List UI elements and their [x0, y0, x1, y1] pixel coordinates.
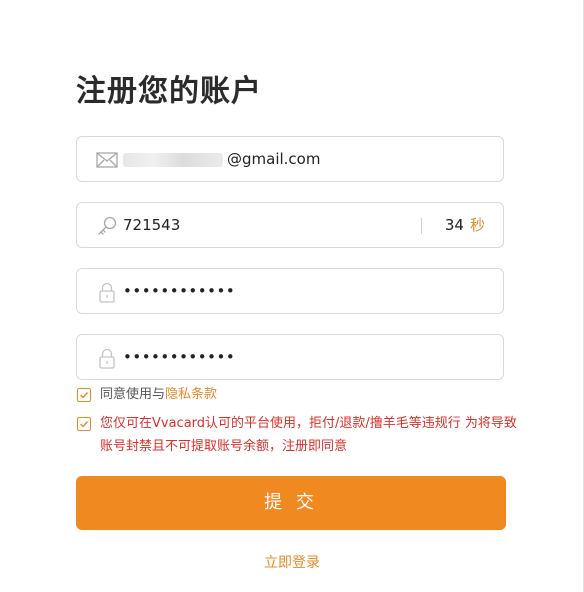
key-icon	[95, 214, 119, 238]
warning-checkbox[interactable]	[77, 417, 91, 431]
confirm-password-value: ••••••••••••	[123, 348, 236, 366]
email-suffix: @gmail.com	[227, 150, 321, 168]
email-field[interactable]: @gmail.com	[76, 136, 504, 182]
confirm-password-field[interactable]: ••••••••••••	[76, 334, 504, 380]
countdown-seconds: 34	[444, 216, 464, 234]
check-icon	[80, 421, 89, 428]
countdown-unit: 秒	[469, 216, 485, 234]
usage-warning-text: 您仅可在Vvacard认可的平台使用，拒付/退款/撸羊毛等违规行 为将导致账号封…	[100, 416, 517, 454]
lock-icon	[95, 280, 119, 304]
privacy-checkbox[interactable]	[77, 388, 91, 402]
code-divider	[421, 218, 422, 234]
lock-icon	[95, 346, 119, 370]
email-mask	[123, 152, 223, 167]
check-icon	[80, 392, 89, 399]
resend-countdown[interactable]: 34 秒	[445, 203, 485, 247]
verification-code-field[interactable]: 721543 34 秒	[76, 202, 504, 248]
privacy-prefix: 同意使用与	[100, 387, 166, 402]
verification-code-value: 721543	[123, 216, 181, 234]
password-field[interactable]: ••••••••••••	[76, 268, 504, 314]
page-title: 注册您的账户	[76, 74, 262, 109]
privacy-agreement-text: 同意使用与隐私条款	[100, 383, 217, 406]
password-value: ••••••••••••	[123, 282, 236, 300]
submit-button[interactable]: 提 交	[76, 476, 506, 530]
login-link[interactable]: 立即登录	[0, 552, 584, 572]
mail-icon	[95, 148, 119, 172]
email-value: @gmail.com	[123, 137, 320, 181]
privacy-policy-link[interactable]: 隐私条款	[165, 387, 217, 402]
